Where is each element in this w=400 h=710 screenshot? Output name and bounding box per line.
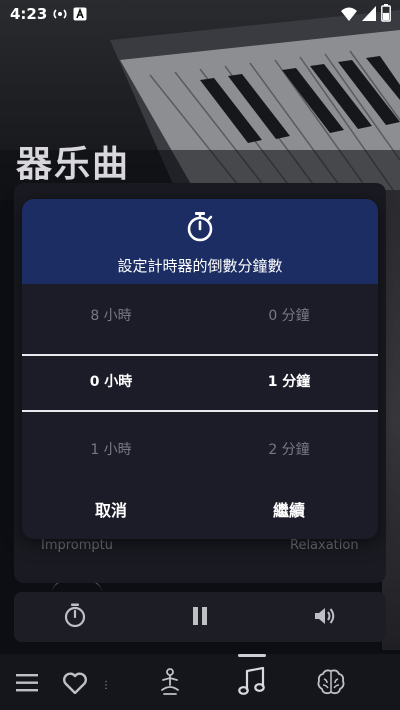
player-bar [14,592,386,642]
picker-divider-bottom [22,410,378,412]
status-bar: 4:23 [0,0,400,28]
active-tab-indicator [238,654,266,657]
cancel-button[interactable]: 取消 [22,489,200,533]
app-a-icon [73,6,87,25]
minutes-option-below[interactable]: 2 分鐘 [200,418,378,482]
volume-icon[interactable] [314,605,336,631]
more-dots-icon[interactable]: ⋮ [101,680,111,691]
picker-row-selected[interactable]: 0 小時 1 分鐘 [22,350,378,414]
dialog-header: 設定計時器的倒數分鐘數 [22,199,378,284]
music-note-icon[interactable] [238,666,266,700]
stopwatch-icon [185,211,215,247]
category-title: 器乐曲 [16,144,131,185]
signal-icon [362,6,376,25]
hours-option-above[interactable]: 8 小時 [22,284,200,348]
battery-icon [381,4,391,26]
continue-button[interactable]: 繼續 [200,489,378,533]
minutes-selected[interactable]: 1 分鐘 [200,350,378,414]
card-tag-left[interactable]: Impromptu [41,538,113,553]
stopwatch-icon[interactable] [64,603,86,633]
heart-icon[interactable] [63,672,87,698]
menu-icon[interactable] [16,674,38,696]
meditation-icon[interactable] [158,668,182,700]
dialog-actions: 取消 繼續 [22,489,378,533]
hours-option-below[interactable]: 1 小時 [22,418,200,482]
timer-dialog: 設定計時器的倒數分鐘數 8 小時 0 分鐘 0 小時 1 分鐘 1 小時 2 分… [22,199,378,539]
bottom-navigation: ⋮ [0,654,400,710]
picker-row-below[interactable]: 1 小時 2 分鐘 [22,418,378,482]
brain-icon[interactable] [316,668,346,700]
wifi-icon [340,6,358,26]
time-picker[interactable]: 8 小時 0 分鐘 0 小時 1 分鐘 1 小時 2 分鐘 [22,284,378,479]
card-tag-right[interactable]: Relaxation [290,538,359,553]
podcast-icon [52,6,68,26]
pause-icon[interactable] [192,607,208,629]
picker-row-above[interactable]: 8 小時 0 分鐘 [22,284,378,348]
dialog-title: 設定計時器的倒數分鐘數 [117,257,283,275]
status-time: 4:23 [10,5,48,23]
minutes-option-above[interactable]: 0 分鐘 [200,284,378,348]
hours-selected[interactable]: 0 小時 [22,350,200,414]
